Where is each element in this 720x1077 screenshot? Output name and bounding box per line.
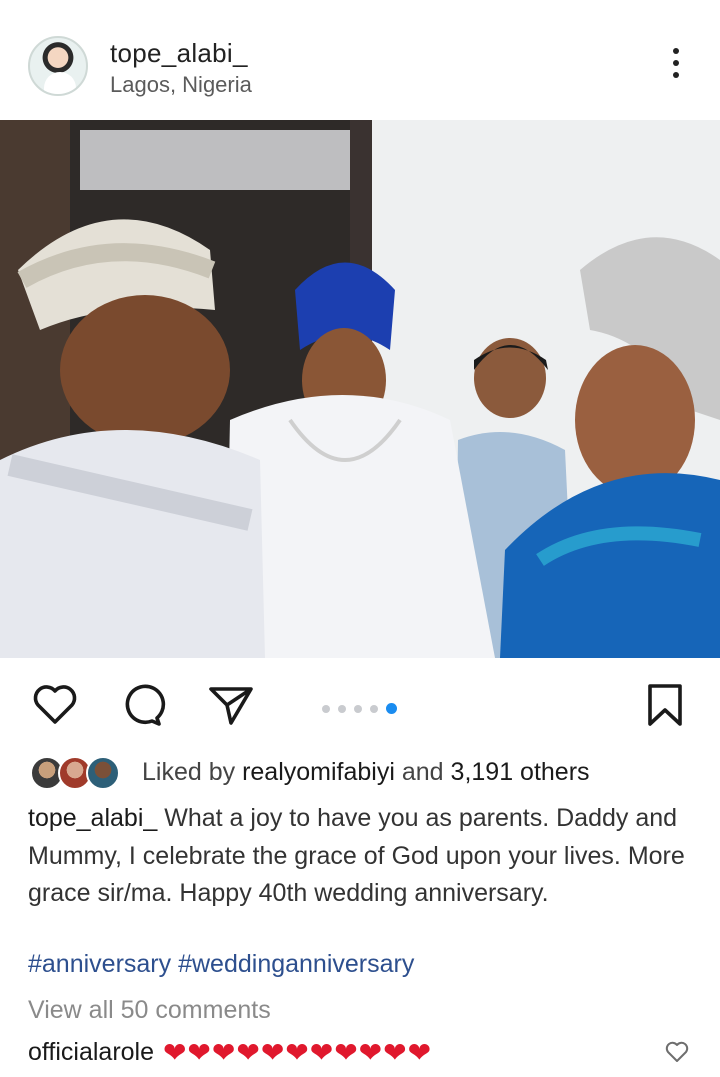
avatar[interactable]: [28, 36, 88, 96]
comment-username[interactable]: officialarole: [28, 1038, 154, 1066]
hashtag-link[interactable]: #anniversary: [28, 950, 171, 978]
hashtag-link[interactable]: #weddinganniversary: [178, 950, 414, 978]
liker-username[interactable]: realyomifabiyi: [242, 758, 395, 786]
likes-others[interactable]: 3,191 others: [451, 758, 590, 786]
comment-text: ❤❤❤❤❤❤❤❤❤❤❤: [162, 1037, 433, 1068]
carousel-dot: [354, 704, 362, 713]
liker-avatar: [86, 756, 120, 790]
likes-summary[interactable]: Liked by realyomifabiyi and 3,191 others: [30, 752, 720, 792]
likes-conjunction: and: [401, 758, 444, 786]
send-paper-plane-icon[interactable]: [206, 680, 256, 730]
likes-prefix: Liked by: [142, 758, 236, 786]
comment-bubble-icon[interactable]: [118, 680, 168, 730]
post-location[interactable]: Lagos, Nigeria: [110, 72, 252, 98]
bookmark-icon[interactable]: [640, 680, 690, 730]
top-comment: officialarole ❤❤❤❤❤❤❤❤❤❤❤: [28, 1036, 432, 1072]
liker-avatars: [30, 756, 130, 790]
post-header: tope_alabi_ Lagos, Nigeria: [0, 0, 720, 120]
more-options-icon[interactable]: [668, 48, 684, 88]
post-photo[interactable]: [0, 120, 720, 658]
photo-illustration: [0, 120, 720, 658]
post-caption: tope_alabi_ What a joy to have you as pa…: [28, 800, 708, 913]
avatar-figure: [44, 72, 76, 94]
carousel-dot: [322, 704, 330, 713]
carousel-dot-active: [386, 703, 397, 715]
caption-username[interactable]: tope_alabi_: [28, 804, 157, 832]
comment-like-heart-icon[interactable]: [664, 1040, 690, 1064]
carousel-dot: [370, 704, 378, 713]
post-username[interactable]: tope_alabi_: [110, 38, 248, 69]
carousel-dot: [338, 704, 346, 713]
view-all-comments-link[interactable]: View all 50 comments: [28, 996, 271, 1025]
likes-text: Liked by realyomifabiyi and 3,191 others: [142, 758, 590, 787]
caption-hashtags: #anniversary #weddinganniversary: [28, 950, 414, 979]
carousel-indicator: [322, 700, 405, 715]
heart-icon[interactable]: [30, 680, 80, 730]
action-bar: [0, 672, 720, 742]
